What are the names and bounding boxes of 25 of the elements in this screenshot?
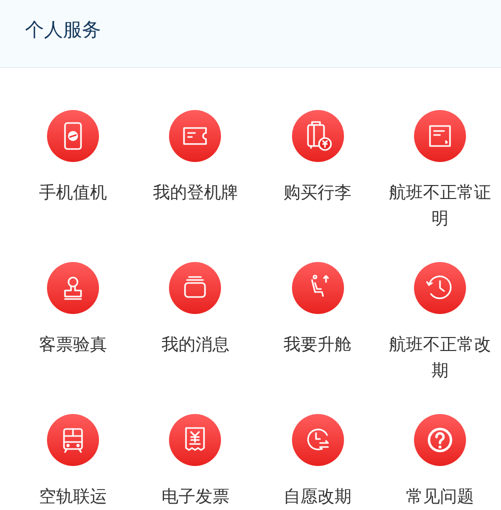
service-label[interactable]: 航班不正常改期 — [386, 332, 494, 384]
service-label[interactable]: 空轨联运 — [19, 484, 128, 510]
message-icon[interactable] — [169, 262, 222, 314]
service-label[interactable]: 我的消息 — [141, 332, 250, 358]
service-label[interactable]: 自愿改期 — [264, 484, 372, 510]
train-icon[interactable] — [47, 414, 100, 466]
service-label[interactable]: 手机值机 — [19, 180, 128, 206]
invoice-icon[interactable] — [169, 414, 222, 466]
question-icon[interactable] — [414, 414, 466, 466]
service-label[interactable]: 我要升舱 — [264, 332, 372, 358]
stamp-icon[interactable] — [47, 262, 100, 314]
ticket-icon[interactable] — [169, 110, 222, 162]
service-label[interactable]: 我的登机牌 — [141, 180, 250, 206]
seat-upgrade-icon[interactable] — [292, 262, 344, 314]
luggage-icon[interactable] — [292, 110, 344, 162]
document-icon[interactable] — [414, 110, 466, 162]
service-label[interactable]: 电子发票 — [141, 484, 250, 510]
service-label[interactable]: 航班不正常证明 — [386, 180, 494, 232]
history-icon[interactable] — [414, 262, 466, 314]
service-label[interactable]: 客票验真 — [19, 332, 128, 358]
service-label[interactable]: 购买行李 — [264, 180, 372, 206]
service-label[interactable]: 常见问题 — [386, 484, 494, 510]
phone-icon[interactable] — [47, 110, 100, 162]
clock-swap-icon[interactable] — [292, 414, 344, 466]
section-title: 个人服务 — [24, 18, 102, 43]
